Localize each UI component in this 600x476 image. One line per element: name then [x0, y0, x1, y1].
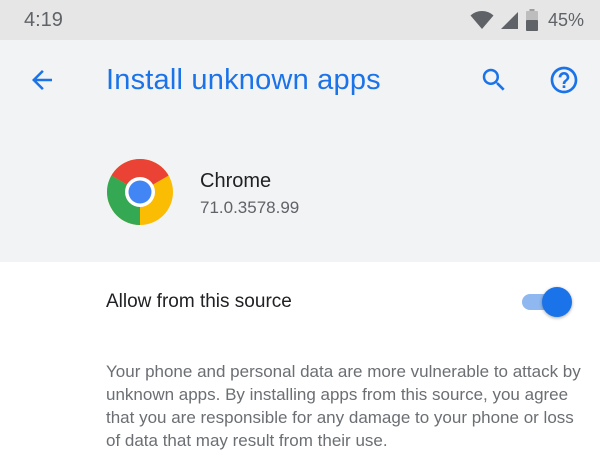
status-time: 4:19 — [24, 9, 63, 31]
allow-source-toggle[interactable] — [522, 286, 574, 317]
wifi-icon — [470, 11, 494, 29]
battery-percent: 45% — [547, 9, 584, 30]
status-bar: 4:19 45% — [0, 0, 600, 40]
page-title: Install unknown apps — [106, 64, 381, 96]
chrome-icon — [106, 158, 174, 226]
signal-icon — [500, 12, 518, 29]
toggle-thumb — [542, 287, 572, 317]
help-icon[interactable] — [546, 62, 582, 98]
setting-label: Allow from this source — [106, 291, 292, 312]
status-icons: 45% — [470, 8, 584, 32]
app-version: 71.0.3578.99 — [200, 198, 300, 217]
allow-source-row[interactable]: Allow from this source — [0, 262, 600, 338]
app-name: Chrome — [200, 170, 272, 192]
battery-icon — [525, 9, 538, 31]
warning-text: Your phone and personal data are more vu… — [106, 362, 581, 450]
search-icon[interactable] — [476, 62, 512, 98]
arrow-back-icon[interactable] — [24, 62, 60, 98]
